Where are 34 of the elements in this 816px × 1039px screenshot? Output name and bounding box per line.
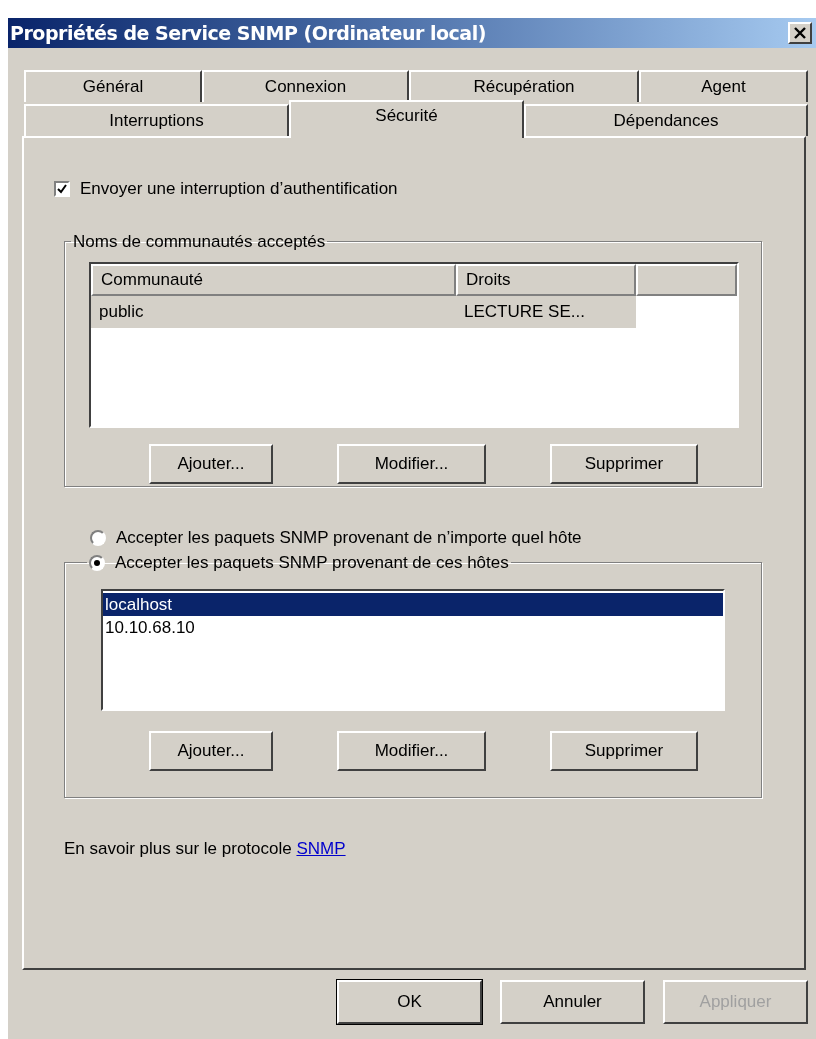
tab[interactable]: Agent xyxy=(639,70,808,102)
snmp-link[interactable]: SNMP xyxy=(296,838,346,858)
dialog-button[interactable]: Supprimer xyxy=(550,443,698,484)
column-header[interactable]: Droits xyxy=(456,263,636,296)
window-title: Propriétés de Service SNMP (Ordinateur local) xyxy=(10,20,486,46)
tab[interactable]: Récupération xyxy=(409,70,639,102)
tab[interactable]: Dépendances xyxy=(524,104,808,136)
radio-button[interactable] xyxy=(89,554,105,571)
radio-label: Accepter les paquets SNMP provenant de n’importe quel hôte xyxy=(116,526,582,549)
dialog-button[interactable]: Modifier... xyxy=(337,730,486,771)
tab[interactable]: Connexion xyxy=(202,70,409,102)
list-row[interactable]: public LECTURE SE... xyxy=(91,295,636,328)
group-title: Noms de communautés acceptés xyxy=(72,230,327,253)
close-icon xyxy=(794,27,806,39)
list-item[interactable]: localhost xyxy=(103,592,723,616)
dialog-button[interactable]: Ajouter... xyxy=(149,730,273,771)
dialog-button[interactable]: Supprimer xyxy=(550,730,698,771)
tab[interactable]: Interruptions xyxy=(24,104,289,136)
dialog-button[interactable]: Ajouter... xyxy=(149,443,273,484)
tab[interactable]: Sécurité xyxy=(289,100,524,138)
checkbox-label: Envoyer une interruption d’authentification xyxy=(80,178,398,200)
dialog-button[interactable]: Modifier... xyxy=(337,443,486,484)
help-text: En savoir plus sur le protocole SNMP xyxy=(64,837,347,860)
radio-button[interactable] xyxy=(90,529,106,546)
column-header[interactable]: Communauté xyxy=(91,263,456,296)
checkbox[interactable] xyxy=(54,180,70,197)
table-cell-text: LECTURE SE... xyxy=(463,300,586,323)
dialog-button[interactable]: OK xyxy=(337,980,482,1024)
radio-label: Accepter les paquets SNMP provenant de ces hôtes xyxy=(115,551,509,574)
close-button[interactable] xyxy=(788,22,812,44)
table-cell-text: public xyxy=(98,300,145,323)
tab[interactable]: Général xyxy=(24,70,202,102)
list-item[interactable]: 10.10.68.10 xyxy=(103,615,723,639)
dialog-button[interactable]: Annuler xyxy=(500,980,645,1024)
